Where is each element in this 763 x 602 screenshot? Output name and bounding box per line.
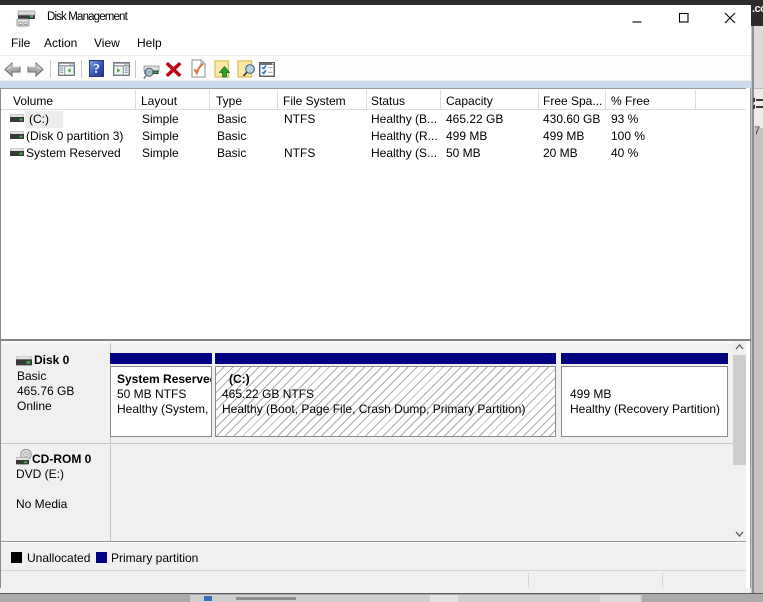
svg-text:?: ? (93, 62, 100, 77)
